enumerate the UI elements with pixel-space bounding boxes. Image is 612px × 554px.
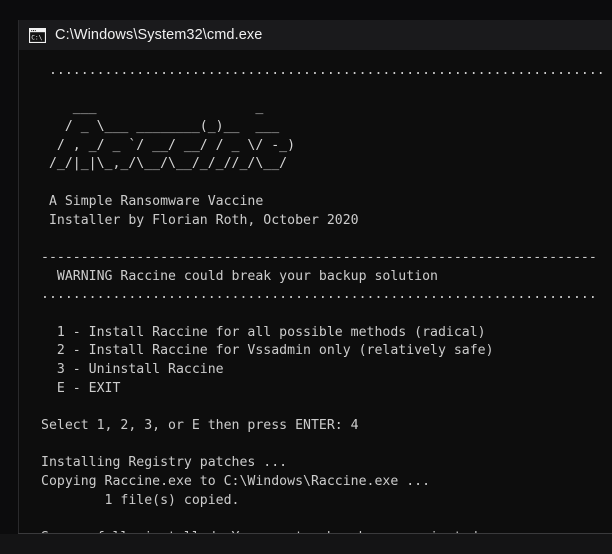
console-window: C:\ C:\Windows\System32\cmd.exe ........… [18,20,612,533]
terminal-line-ascii-art-3: / , _/ _ `/ __/ __/ / _ \/ -_) [41,137,296,153]
terminal-line-blank-7 [19,511,612,530]
terminal-output-area[interactable]: ........................................… [19,50,612,533]
terminal-line-blank-1 [19,81,612,100]
terminal-line-blank-2 [19,174,612,193]
svg-text:C:\: C:\ [31,34,42,41]
terminal-line-tagline: A Simple Ransomware Vaccine [41,193,264,209]
terminal-line-files-copied: 1 file(s) copied. [41,492,240,508]
terminal-line-blank-3 [19,230,612,249]
terminal-line-menu-option-2: 2 - Install Raccine for Vssadmin only (r… [41,343,494,359]
desktop-below-window [0,534,612,554]
terminal-line-ascii-art-4: /_/|_|\_,_/\__/\__/_/_//_/\__/ [41,156,288,172]
terminal-line-menu-option-3: 3 - Uninstall Raccine [41,362,224,377]
terminal-line-warning: WARNING Raccine could break your backup … [41,268,438,284]
terminal-line-blank-6 [19,436,612,455]
terminal-line-dashed-rule: ----------------------------------------… [41,249,597,265]
window-title-bar[interactable]: C:\ C:\Windows\System32\cmd.exe [19,20,612,50]
terminal-line-select-prompt: Select 1, 2, 3, or E then press ENTER: 4 [41,418,359,434]
terminal-line-blank-5 [19,398,612,417]
cmd-console-icon: C:\ [28,27,47,43]
terminal-line-dotted-rule-top: ........................................… [41,63,605,78]
terminal-line-menu-option-1: 1 - Install Raccine for all possible met… [41,324,486,340]
window-title-text: C:\Windows\System32\cmd.exe [55,27,263,43]
terminal-line-ascii-art-1: ___ _ [41,100,264,116]
terminal-line-installing-registry: Installing Registry patches ... [41,455,288,471]
terminal-line-byline: Installer by Florian Roth, October 2020 [41,212,359,228]
terminal-line-dotted-rule-mid: ........................................… [41,287,597,303]
terminal-line-menu-option-e: E - EXIT [41,380,121,396]
terminal-line-blank-4 [19,305,612,324]
terminal-line-copying-exe: Copying Raccine.exe to C:\Windows\Raccin… [41,474,431,490]
desktop-background: C:\ C:\Windows\System32\cmd.exe ........… [0,0,612,554]
terminal-line-ascii-art-2: / _ \___ ________(_)__ ___ [41,119,280,135]
